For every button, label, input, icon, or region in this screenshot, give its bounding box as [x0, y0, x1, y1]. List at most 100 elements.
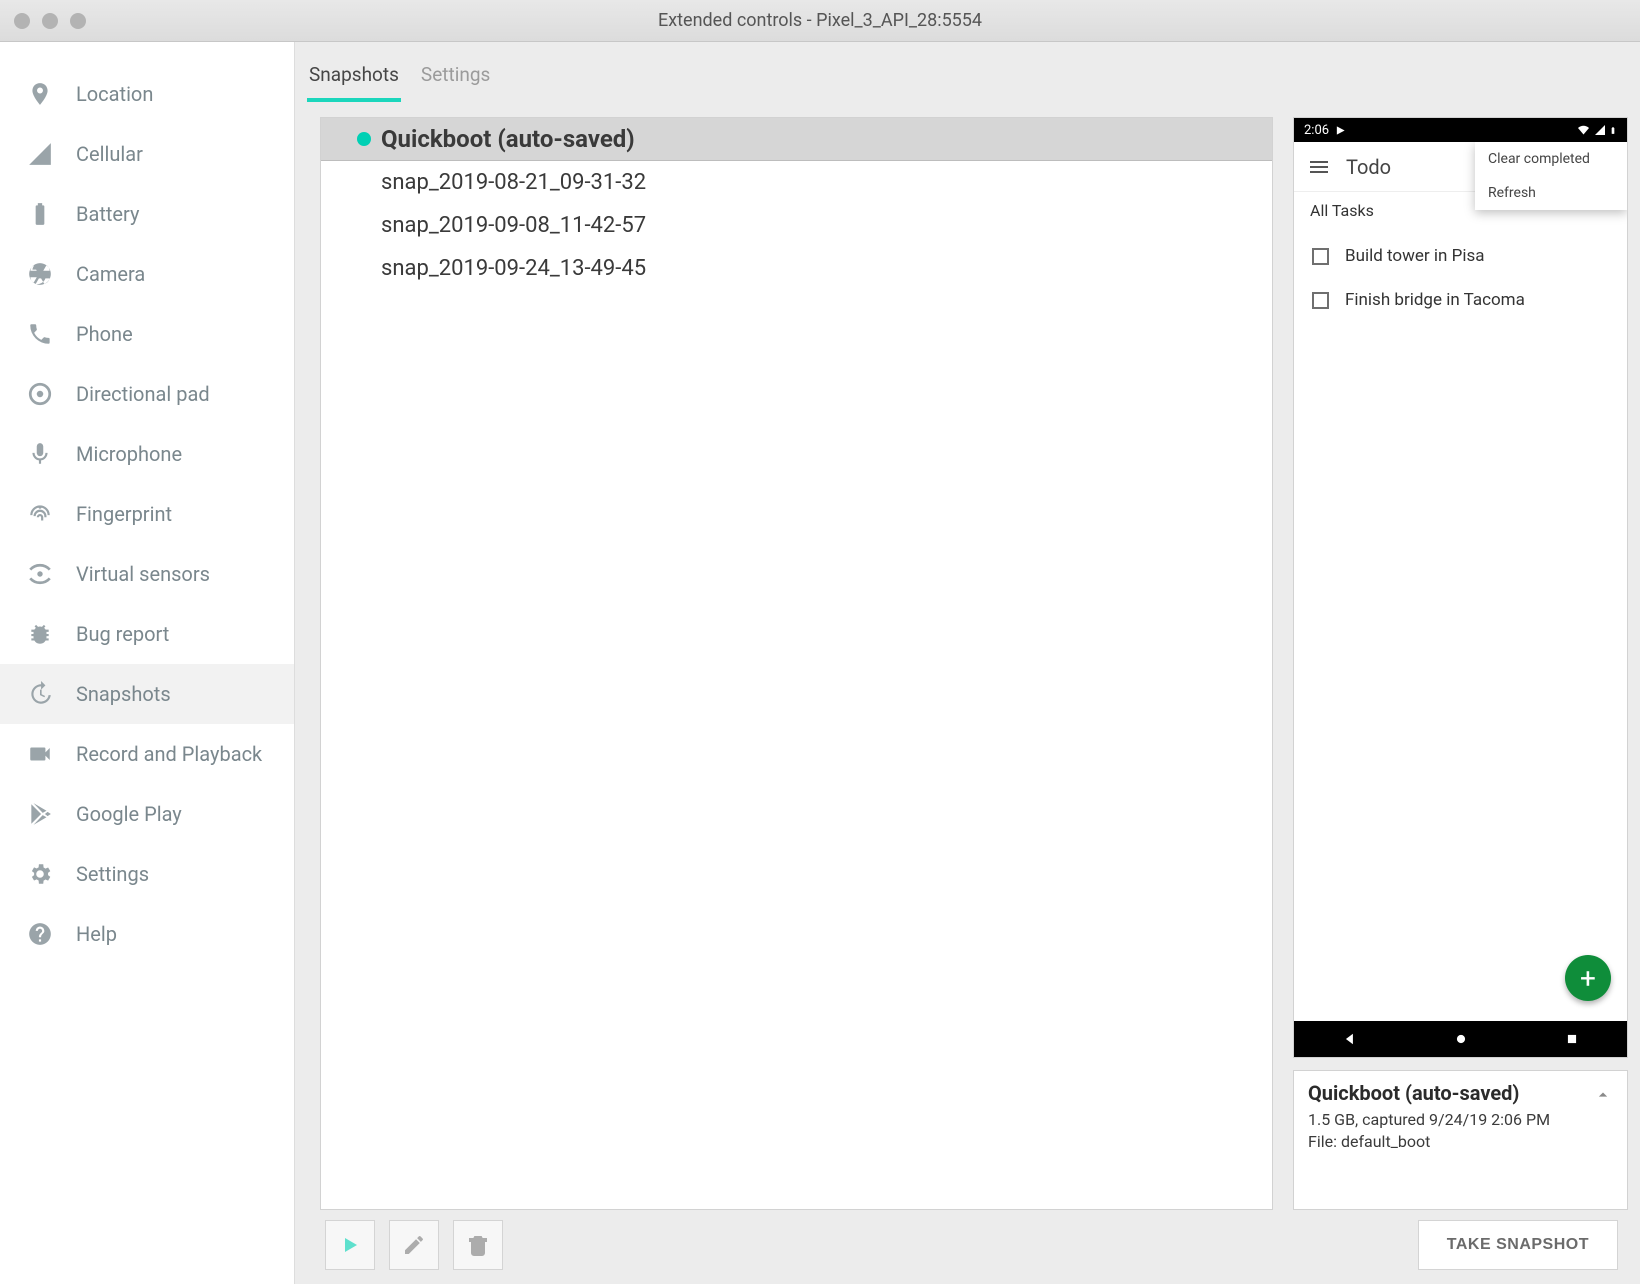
details-file: File: default_boot: [1308, 1131, 1613, 1153]
sidebar-item-label: Settings: [76, 862, 149, 886]
sidebar-item-label: Location: [76, 82, 153, 106]
tabs: Snapshots Settings: [295, 42, 1640, 102]
tab-settings[interactable]: Settings: [419, 63, 492, 102]
sidebar-item-help[interactable]: Help: [0, 904, 294, 964]
app-title: Todo: [1346, 155, 1391, 179]
statusbar-time: 2:06: [1304, 123, 1329, 138]
menu-item-clear-completed[interactable]: Clear completed: [1475, 142, 1627, 176]
chevron-up-icon: [1593, 1085, 1613, 1105]
overflow-menu: Clear completed Refresh: [1475, 142, 1627, 210]
todo-item[interactable]: Finish bridge in Tacoma: [1294, 278, 1627, 322]
window-title: Extended controls - Pixel_3_API_28:5554: [0, 10, 1640, 31]
nav-back-icon[interactable]: [1343, 1032, 1357, 1046]
window-traffic-lights: [14, 13, 86, 29]
sidebar-item-phone[interactable]: Phone: [0, 304, 294, 364]
fab-add-button[interactable]: +: [1565, 955, 1611, 1001]
sidebar-item-label: Record and Playback: [76, 742, 262, 766]
sidebar-item-label: Camera: [76, 262, 145, 286]
battery-icon: [26, 200, 54, 228]
plus-icon: +: [1580, 962, 1596, 995]
sidebar-item-directional-pad[interactable]: Directional pad: [0, 364, 294, 424]
sidebar-item-label: Virtual sensors: [76, 562, 210, 586]
todo-label: Finish bridge in Tacoma: [1345, 290, 1525, 310]
app-body: All Tasks Build tower in Pisa Finish bri…: [1294, 192, 1627, 1021]
minimize-window-icon[interactable]: [42, 13, 58, 29]
checkbox-icon[interactable]: [1312, 248, 1329, 265]
bug-icon: [26, 620, 54, 648]
edit-snapshot-button[interactable]: [389, 1220, 439, 1270]
snapshot-label: snap_2019-08-21_09-31-32: [381, 170, 646, 195]
snapshot-label: snap_2019-09-24_13-49-45: [381, 256, 646, 281]
location-pin-icon: [26, 80, 54, 108]
todo-label: Build tower in Pisa: [1345, 246, 1485, 266]
sidebar-item-record-playback[interactable]: Record and Playback: [0, 724, 294, 784]
sidebar-item-camera[interactable]: Camera: [0, 244, 294, 304]
play-snapshot-button[interactable]: [325, 1220, 375, 1270]
cell-signal-icon: [1594, 124, 1606, 136]
tab-snapshots[interactable]: Snapshots: [307, 63, 401, 102]
snapshot-row[interactable]: snap_2019-09-24_13-49-45: [321, 247, 1272, 290]
sidebar-item-label: Bug report: [76, 622, 169, 646]
sidebar-item-bug-report[interactable]: Bug report: [0, 604, 294, 664]
snapshot-label: Quickboot (auto-saved): [381, 125, 635, 153]
close-window-icon[interactable]: [14, 13, 30, 29]
sidebar-item-microphone[interactable]: Microphone: [0, 424, 294, 484]
sidebar-item-label: Fingerprint: [76, 502, 172, 526]
sidebar-item-label: Battery: [76, 202, 139, 226]
android-statusbar: 2:06: [1294, 118, 1627, 142]
device-preview: 2:06 Todo Clear completed: [1293, 117, 1628, 1058]
android-navbar: [1294, 1021, 1627, 1057]
snapshot-label: snap_2019-09-08_11-42-57: [381, 213, 646, 238]
snapshot-row[interactable]: snap_2019-08-21_09-31-32: [321, 161, 1272, 204]
nav-home-icon[interactable]: [1454, 1032, 1468, 1046]
gear-icon: [26, 860, 54, 888]
collapse-details-button[interactable]: [1593, 1085, 1613, 1109]
zoom-window-icon[interactable]: [70, 13, 86, 29]
battery-status-icon: [1609, 124, 1617, 137]
sidebar-item-battery[interactable]: Battery: [0, 184, 294, 244]
sidebar-item-label: Directional pad: [76, 382, 210, 406]
sidebar-item-label: Microphone: [76, 442, 182, 466]
phone-icon: [26, 320, 54, 348]
sidebar-item-virtual-sensors[interactable]: Virtual sensors: [0, 544, 294, 604]
sidebar-item-google-play[interactable]: Google Play: [0, 784, 294, 844]
microphone-icon: [26, 440, 54, 468]
snapshot-row[interactable]: snap_2019-09-08_11-42-57: [321, 204, 1272, 247]
sidebar-item-snapshots[interactable]: Snapshots: [0, 664, 294, 724]
menu-item-refresh[interactable]: Refresh: [1475, 176, 1627, 210]
sidebar-item-label: Google Play: [76, 802, 182, 826]
checkbox-icon[interactable]: [1312, 292, 1329, 309]
footer: TAKE SNAPSHOT: [295, 1220, 1640, 1284]
sidebar: Location Cellular Battery Camera Phone: [0, 42, 295, 1284]
sidebar-item-label: Snapshots: [76, 682, 171, 706]
app-header: Todo Clear completed Refresh: [1294, 142, 1627, 192]
hamburger-menu-icon[interactable]: [1310, 158, 1328, 176]
sidebar-item-label: Cellular: [76, 142, 143, 166]
videocam-icon: [26, 740, 54, 768]
snapshot-list: Quickboot (auto-saved) snap_2019-08-21_0…: [320, 117, 1273, 1210]
delete-snapshot-button[interactable]: [453, 1220, 503, 1270]
wifi-icon: [1576, 124, 1591, 136]
active-indicator-icon: [357, 132, 371, 146]
sidebar-item-label: Phone: [76, 322, 133, 346]
take-snapshot-button[interactable]: TAKE SNAPSHOT: [1418, 1220, 1618, 1270]
sidebar-item-label: Help: [76, 922, 117, 946]
sidebar-item-fingerprint[interactable]: Fingerprint: [0, 484, 294, 544]
nav-recent-icon[interactable]: [1565, 1032, 1579, 1046]
sensors-icon: [26, 560, 54, 588]
window-titlebar: Extended controls - Pixel_3_API_28:5554: [0, 0, 1640, 42]
sidebar-item-location[interactable]: Location: [0, 64, 294, 124]
sidebar-item-cellular[interactable]: Cellular: [0, 124, 294, 184]
history-icon: [26, 680, 54, 708]
pencil-icon: [402, 1233, 426, 1257]
camera-aperture-icon: [26, 260, 54, 288]
details-meta: 1.5 GB, captured 9/24/19 2:06 PM: [1308, 1109, 1613, 1131]
help-icon: [26, 920, 54, 948]
sidebar-item-settings[interactable]: Settings: [0, 844, 294, 904]
details-title: Quickboot (auto-saved): [1308, 1081, 1613, 1105]
play-icon: [338, 1233, 362, 1257]
snapshot-quickboot-row[interactable]: Quickboot (auto-saved): [321, 118, 1272, 161]
trash-icon: [466, 1233, 490, 1257]
play-store-notif-icon: [1335, 125, 1346, 136]
todo-item[interactable]: Build tower in Pisa: [1294, 234, 1627, 278]
